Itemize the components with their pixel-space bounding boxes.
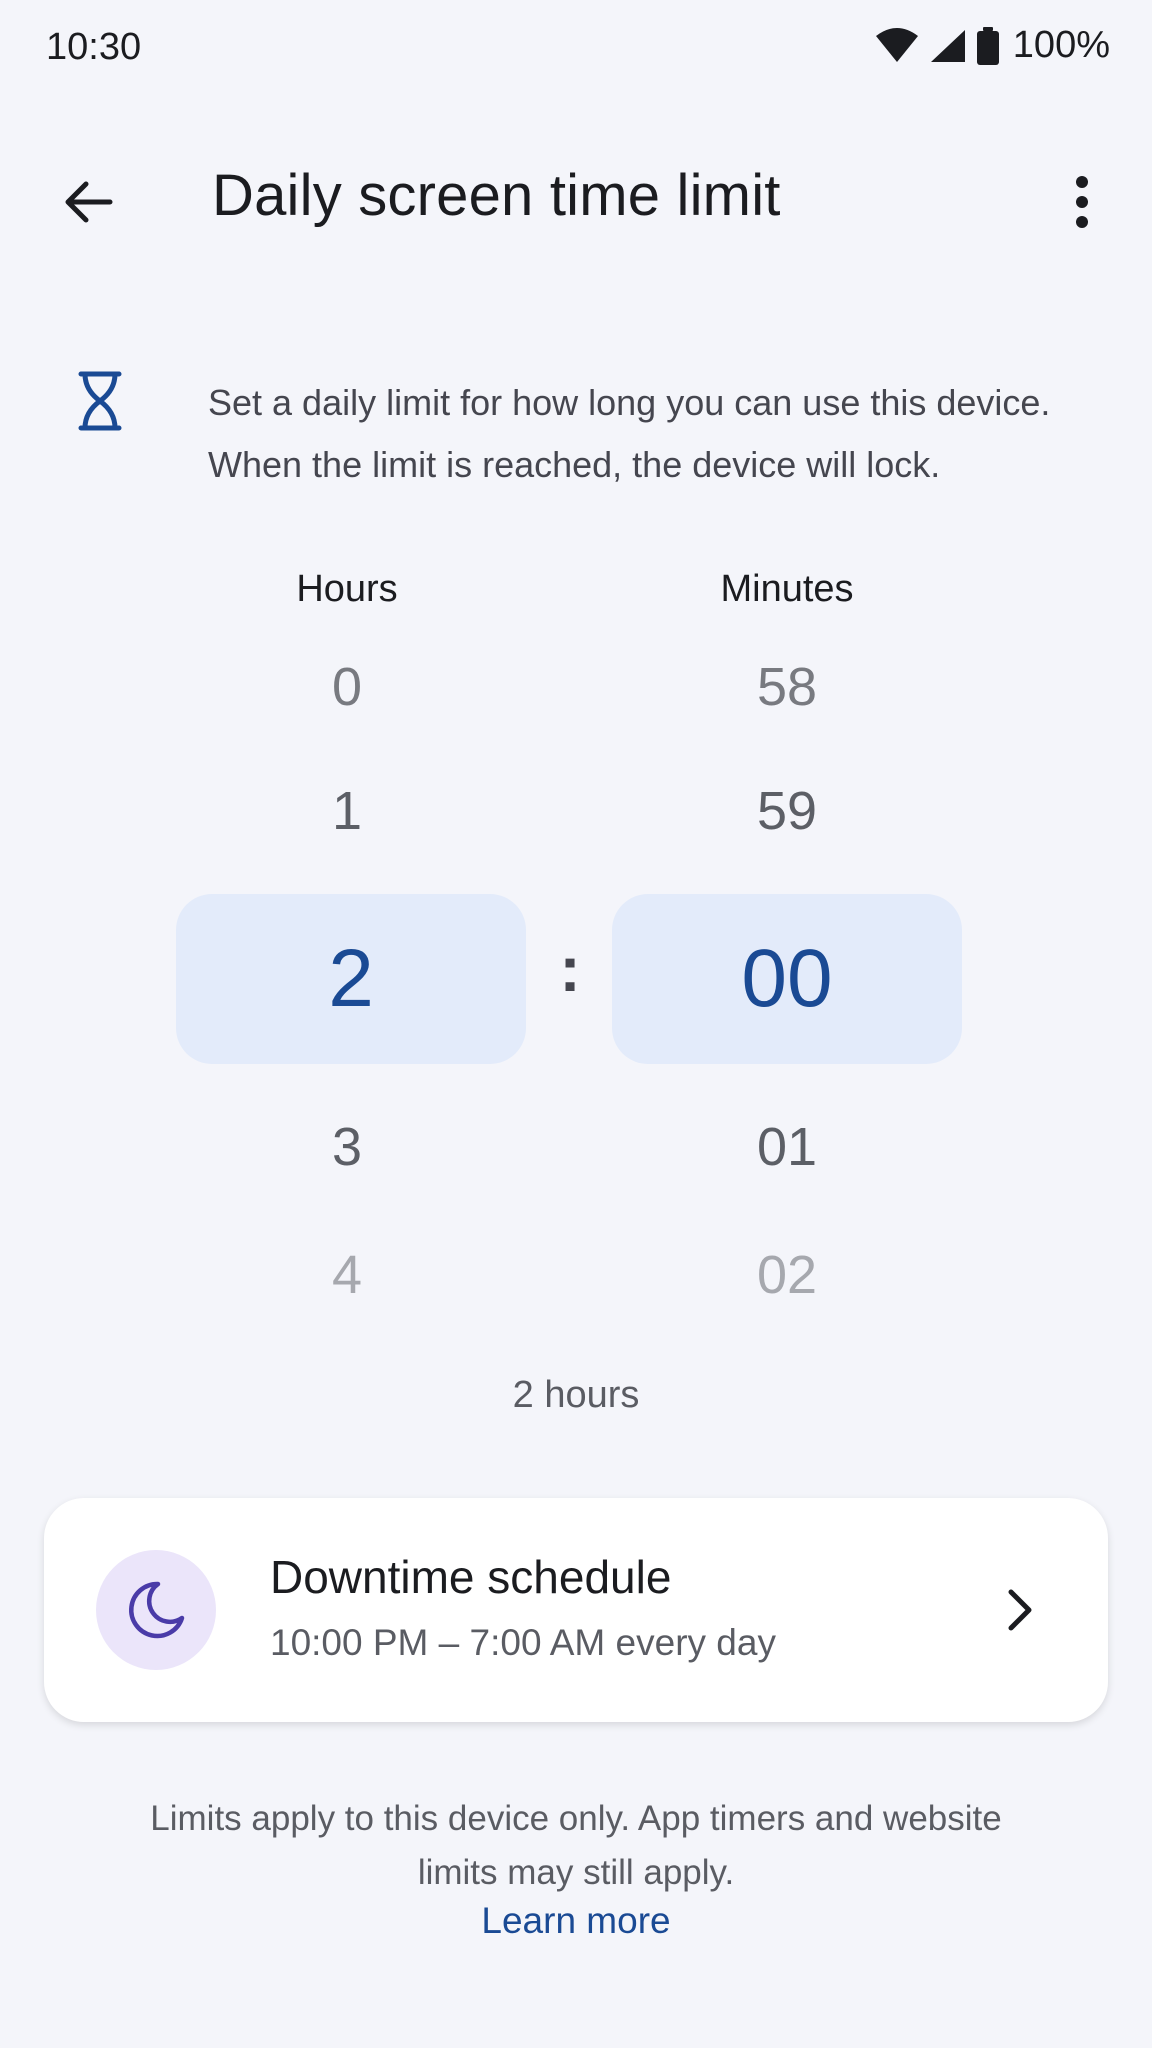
footer-line-1: Limits apply to this device only. App ti… — [150, 1799, 1002, 1838]
chevron-container — [990, 1578, 1050, 1642]
moon-icon — [129, 1581, 185, 1639]
hours-option[interactable]: 0 — [172, 656, 522, 718]
footer-line-2: limits may still apply. — [417, 1853, 735, 1892]
minutes-selected[interactable]: 00 — [612, 894, 962, 1064]
info-text: Set a daily limit for how long you can u… — [208, 372, 1088, 496]
downtime-schedule-card[interactable]: Downtime schedule 10:00 PM – 7:00 AM eve… — [44, 1498, 1108, 1722]
learn-more-link[interactable]: Learn more — [0, 1900, 1152, 1942]
downtime-icon-container — [96, 1550, 216, 1670]
hours-label: Hours — [296, 568, 398, 610]
hours-selected[interactable]: 2 — [176, 894, 526, 1064]
time-separator: : — [559, 933, 581, 1005]
hourglass-icon — [78, 371, 122, 431]
signal-icon — [930, 29, 965, 62]
status-bar: 10:30 100% — [0, 0, 1152, 96]
minutes-option[interactable]: 58 — [612, 656, 962, 718]
info-line-2: When the limit is reached, the device wi… — [208, 444, 941, 485]
battery-percentage: 100% — [1012, 24, 1110, 66]
more-vert-icon — [1076, 176, 1088, 228]
chevron-right-icon — [1008, 1589, 1032, 1631]
status-time: 10:30 — [46, 26, 142, 68]
minutes-label: Minutes — [720, 568, 854, 610]
hours-option[interactable]: 1 — [172, 780, 522, 842]
downtime-title: Downtime schedule — [270, 1551, 672, 1603]
page-title: Daily screen time limit — [212, 163, 781, 228]
screen: 10:30 100% Daily screen time limit Set a… — [0, 0, 1152, 2048]
minutes-option[interactable]: 01 — [612, 1116, 962, 1178]
wifi-icon — [875, 27, 918, 62]
battery-icon — [976, 26, 999, 65]
minutes-option[interactable]: 02 — [612, 1244, 962, 1306]
downtime-subtitle: 10:00 PM – 7:00 AM every day — [270, 1622, 776, 1663]
hours-option[interactable]: 3 — [172, 1116, 522, 1178]
back-button[interactable] — [52, 166, 124, 238]
more-options-button[interactable] — [1046, 166, 1118, 238]
status-icons: 100% — [875, 24, 1110, 67]
app-bar: Daily screen time limit — [0, 140, 1152, 252]
footer-note: Limits apply to this device only. App ti… — [100, 1792, 1052, 1900]
minutes-option[interactable]: 59 — [612, 780, 962, 842]
hours-option[interactable]: 4 — [172, 1244, 522, 1306]
arrow-back-icon — [65, 181, 113, 223]
info-line-1: Set a daily limit for how long you can u… — [208, 382, 1051, 423]
duration-summary: 2 hours — [512, 1374, 640, 1416]
